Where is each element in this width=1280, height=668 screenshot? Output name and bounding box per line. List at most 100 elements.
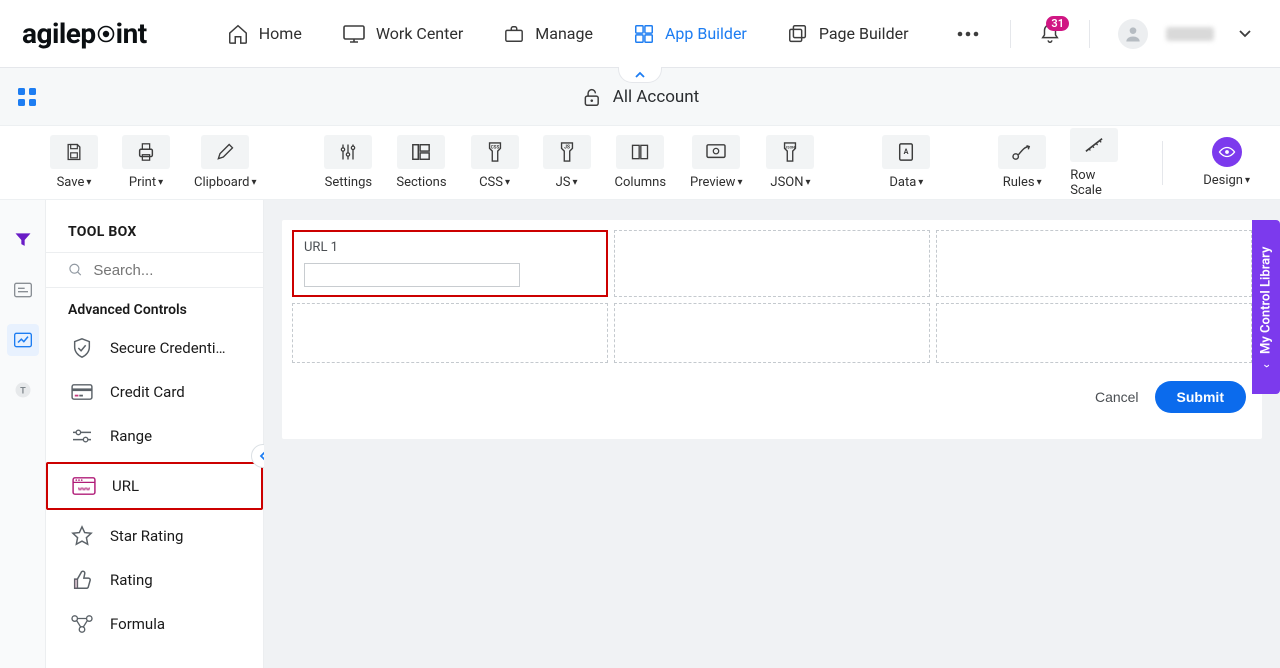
grid-cell-empty[interactable] bbox=[614, 303, 930, 363]
nav-pagebuilder-label: Page Builder bbox=[819, 24, 909, 43]
nav-pagebuilder[interactable]: Page Builder bbox=[787, 23, 909, 45]
tb-columns[interactable]: Columns bbox=[615, 135, 667, 190]
toolbox-item-label: Formula bbox=[110, 615, 165, 633]
svg-text:JS: JS bbox=[564, 144, 570, 150]
tb-settings[interactable]: Settings bbox=[324, 135, 372, 190]
toolbox-title: TOOL BOX bbox=[46, 218, 263, 252]
toolbox-list: Secure Credenti… Credit Card Range www U… bbox=[46, 326, 263, 646]
form-actions: Cancel Submit bbox=[292, 363, 1252, 413]
tb-rules-label: Rules bbox=[1003, 175, 1035, 190]
css-icon: CSS bbox=[471, 135, 519, 169]
toolbox-item-range[interactable]: Range bbox=[46, 414, 263, 458]
nav-home[interactable]: Home bbox=[227, 23, 302, 45]
nav-divider bbox=[1010, 20, 1011, 48]
star-icon bbox=[68, 524, 96, 548]
toolbox-search[interactable] bbox=[46, 252, 263, 288]
toolbox-item-rating[interactable]: Rating bbox=[46, 558, 263, 602]
preview-icon bbox=[692, 135, 740, 169]
grid-icon bbox=[633, 23, 655, 45]
nav-appbuilder-label: App Builder bbox=[665, 24, 747, 43]
chevron-down-icon: ▾ bbox=[252, 177, 257, 188]
tb-clipboard[interactable]: Clipboard▾ bbox=[194, 135, 257, 190]
notifications-button[interactable]: 31 bbox=[1039, 22, 1061, 46]
field-label: URL 1 bbox=[304, 240, 338, 255]
chart-icon bbox=[13, 331, 33, 349]
tb-rowscale[interactable]: Row Scale bbox=[1070, 128, 1118, 198]
copy-icon bbox=[787, 23, 809, 45]
tb-columns-label: Columns bbox=[615, 175, 667, 190]
tb-data[interactable]: A Data▾ bbox=[882, 135, 930, 190]
toolbox-item-label: Range bbox=[110, 427, 152, 445]
toolbox-item-formula[interactable]: Formula bbox=[46, 602, 263, 646]
apps-menu-button[interactable] bbox=[14, 84, 40, 110]
shield-check-icon bbox=[68, 336, 96, 360]
toolbox-search-input[interactable] bbox=[93, 262, 241, 279]
notifications-badge: 31 bbox=[1046, 16, 1069, 31]
url-input[interactable] bbox=[304, 263, 520, 287]
top-nav: agilepint Home Work Center Manage App Bu… bbox=[0, 0, 1280, 68]
grid-cell-empty[interactable] bbox=[936, 303, 1252, 363]
tb-rules[interactable]: Rules▾ bbox=[998, 135, 1046, 190]
tb-css[interactable]: CSS CSS▾ bbox=[471, 135, 519, 190]
nav-manage[interactable]: Manage bbox=[503, 24, 593, 44]
tb-settings-label: Settings bbox=[325, 175, 372, 190]
toolbox-item-starrating[interactable]: Star Rating bbox=[46, 514, 263, 558]
tb-rowscale-label: Row Scale bbox=[1070, 168, 1118, 198]
json-icon: JSON bbox=[766, 135, 814, 169]
tb-json-label: JSON bbox=[770, 175, 803, 190]
tb-json[interactable]: JSON JSON▾ bbox=[766, 135, 814, 190]
page-title-text: All Account bbox=[613, 87, 699, 107]
nav-more[interactable] bbox=[949, 31, 987, 37]
cancel-button[interactable]: Cancel bbox=[1095, 389, 1139, 405]
grid-cell-empty[interactable] bbox=[614, 230, 930, 297]
topnav-collapse-button[interactable] bbox=[618, 67, 662, 83]
tb-design[interactable]: Design▾ bbox=[1203, 137, 1250, 188]
svg-text:JSON: JSON bbox=[786, 144, 796, 149]
formula-icon bbox=[68, 612, 96, 636]
rail-chart-button[interactable] bbox=[7, 324, 39, 356]
logo-text-b: int bbox=[116, 17, 147, 50]
text-circle-icon: T bbox=[13, 380, 33, 400]
control-library-dock[interactable]: ‹ My Control Library bbox=[1252, 220, 1280, 394]
tb-sections[interactable]: Sections bbox=[396, 135, 446, 190]
tb-js[interactable]: JS JS▾ bbox=[543, 135, 591, 190]
toolbox-item-creditcard[interactable]: Credit Card bbox=[46, 370, 263, 414]
tb-save[interactable]: Save▾ bbox=[50, 135, 98, 190]
toolbox-item-secure[interactable]: Secure Credenti… bbox=[46, 326, 263, 370]
chevron-down-icon: ▾ bbox=[86, 177, 91, 188]
chevron-left-icon: ‹ bbox=[1259, 364, 1273, 368]
chevron-down-icon: ▾ bbox=[158, 177, 163, 188]
briefcase-icon bbox=[503, 24, 525, 44]
nav-appbuilder[interactable]: App Builder bbox=[633, 23, 747, 45]
form-icon bbox=[13, 281, 33, 299]
nav-workcenter[interactable]: Work Center bbox=[342, 24, 463, 44]
toolbox-item-label: Star Rating bbox=[110, 527, 183, 545]
grid-row-1: URL 1 bbox=[292, 230, 1252, 297]
toolbox-item-label: Credit Card bbox=[110, 383, 185, 401]
range-icon bbox=[68, 424, 96, 448]
toolbox-item-url[interactable]: www URL bbox=[46, 462, 263, 510]
grid-cell-url[interactable]: URL 1 bbox=[292, 230, 608, 297]
user-menu-caret[interactable] bbox=[1232, 29, 1258, 39]
toolbar: Save▾ Print▾ Clipboard▾ Settings Section… bbox=[0, 126, 1280, 200]
tb-preview[interactable]: Preview▾ bbox=[690, 135, 742, 190]
toolbox-item-label: Secure Credenti… bbox=[110, 339, 226, 357]
workspace: T TOOL BOX Advanced Controls Secure Cred… bbox=[0, 200, 1280, 668]
tb-design-label: Design bbox=[1203, 173, 1243, 188]
rowscale-icon bbox=[1070, 128, 1118, 162]
edit-icon bbox=[201, 135, 249, 169]
rail-text-button[interactable]: T bbox=[7, 374, 39, 406]
tb-js-label: JS bbox=[556, 175, 571, 190]
rail-filter-button[interactable] bbox=[7, 224, 39, 256]
rail-form-button[interactable] bbox=[7, 274, 39, 306]
user-avatar[interactable] bbox=[1118, 19, 1148, 49]
submit-button[interactable]: Submit bbox=[1155, 381, 1246, 413]
logo: agilepint bbox=[22, 17, 147, 50]
apps-grid-icon bbox=[16, 86, 38, 108]
grid-cell-empty[interactable] bbox=[936, 230, 1252, 297]
eye-icon bbox=[1212, 137, 1242, 167]
tb-print[interactable]: Print▾ bbox=[122, 135, 170, 190]
grid-cell-empty[interactable] bbox=[292, 303, 608, 363]
logo-dot-icon bbox=[96, 25, 116, 43]
search-icon bbox=[68, 261, 83, 279]
